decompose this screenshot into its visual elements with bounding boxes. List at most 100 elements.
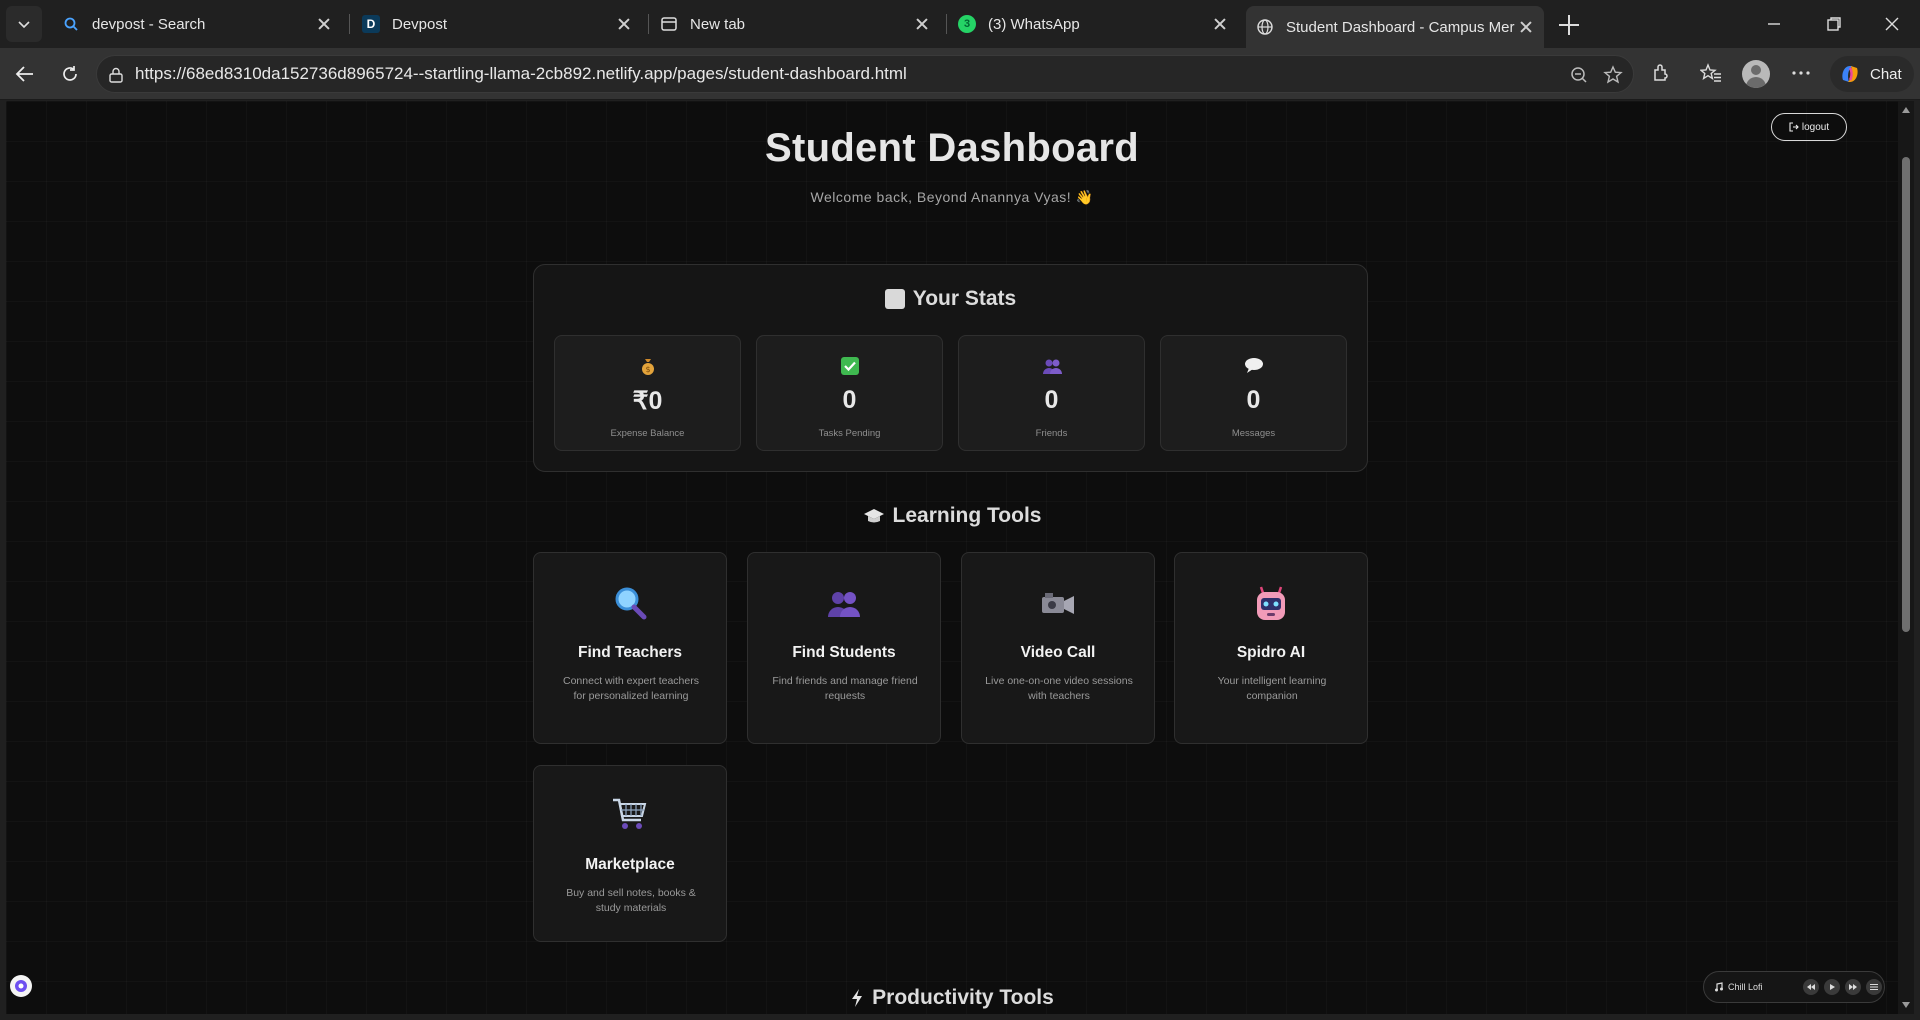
tab-title: Student Dashboard - Campus Mer — [1286, 18, 1515, 36]
tool-description: Live one-on-one video sessions with teac… — [985, 675, 1133, 702]
url-text[interactable]: https://68ed8310da152736d8965724--startl… — [135, 64, 907, 84]
close-tab-icon[interactable] — [616, 16, 632, 32]
rewind-icon — [1807, 984, 1815, 990]
page-scrollbar[interactable] — [1898, 101, 1914, 1014]
stat-card-tasks[interactable]: 0 Tasks Pending — [756, 335, 943, 451]
tool-description: Your intelligent learning companion — [1217, 675, 1327, 702]
page-title: Student Dashboard — [764, 126, 1139, 170]
assistant-icon — [15, 980, 27, 992]
svg-text:$: $ — [645, 365, 650, 374]
tool-name: Find Students — [792, 644, 896, 661]
lightning-icon — [852, 989, 863, 1007]
favorites-icon[interactable] — [1700, 62, 1722, 84]
fast-forward-icon — [1849, 984, 1857, 990]
welcome-message: Welcome back, Beyond Anannya Vyas! 👋 — [810, 189, 1094, 205]
extensions-icon[interactable] — [1650, 62, 1672, 84]
tab-divider — [946, 14, 947, 34]
stat-value: 0 — [1246, 386, 1261, 414]
list-icon — [1870, 984, 1878, 990]
tab-divider — [349, 14, 350, 34]
productivity-tools-heading: Productivity Tools — [6, 986, 1898, 1010]
tab-whatsapp[interactable]: 3 (3) WhatsApp — [948, 6, 1238, 42]
stats-panel: Your Stats $ ₹0 Expense Balance 0 Tasks … — [533, 264, 1368, 472]
close-tab-icon[interactable] — [316, 16, 332, 32]
tool-card-video-call[interactable]: Video Call Live one-on-one video session… — [961, 552, 1155, 744]
tab-devpost-search[interactable]: devpost - Search — [52, 6, 342, 42]
learning-tools-heading: Learning Tools — [6, 504, 1898, 528]
whatsapp-icon: 3 — [958, 15, 976, 33]
new-tab-button[interactable] — [1556, 12, 1582, 38]
profile-avatar[interactable] — [1742, 60, 1770, 88]
tab-new-tab[interactable]: New tab — [650, 6, 940, 42]
stats-heading-text: Your Stats — [912, 287, 1017, 310]
refresh-button[interactable] — [56, 60, 84, 88]
search-icon — [62, 15, 80, 33]
devpost-logo-icon: D — [362, 15, 380, 33]
scrollbar-thumb[interactable] — [1902, 157, 1910, 632]
tool-card-spidro-ai[interactable]: Spidro AI Your intelligent learning comp… — [1174, 552, 1368, 744]
zoom-out-icon[interactable] — [1569, 65, 1589, 85]
tool-name: Video Call — [1020, 644, 1096, 661]
site-info-icon[interactable] — [107, 66, 125, 84]
previous-track-button[interactable] — [1803, 979, 1819, 995]
new-tab-page-icon — [660, 15, 678, 33]
refresh-icon — [63, 66, 77, 81]
check-icon — [757, 356, 942, 376]
tool-name: Spidro AI — [1236, 644, 1306, 661]
more-options-icon[interactable] — [1790, 62, 1812, 84]
learning-tools-heading-text: Learning Tools — [892, 504, 1042, 527]
chat-label: Chat — [1870, 65, 1902, 83]
tool-name: Marketplace — [585, 856, 675, 873]
stat-label: Messages — [1231, 428, 1276, 439]
money-bag-icon: $ — [555, 356, 740, 376]
stat-card-friends[interactable]: 0 Friends — [958, 335, 1145, 451]
close-tab-icon[interactable] — [914, 16, 930, 32]
playlist-button[interactable] — [1866, 979, 1882, 995]
next-track-button[interactable] — [1845, 979, 1861, 995]
chevron-down-icon — [18, 21, 30, 29]
people-icon — [748, 585, 940, 621]
arrow-left-icon — [15, 66, 33, 82]
close-tab-icon[interactable] — [1518, 19, 1534, 35]
tab-devpost[interactable]: D Devpost — [352, 6, 642, 42]
scroll-up-arrow-icon[interactable] — [1902, 107, 1910, 113]
spider-logo-icon — [940, 101, 970, 111]
robot-icon — [1175, 585, 1367, 621]
tool-card-find-students[interactable]: Find Students Find friends and manage fr… — [747, 552, 941, 744]
favorite-star-icon[interactable] — [1603, 65, 1623, 85]
speech-bubble-icon — [1161, 356, 1346, 376]
tab-title: devpost - Search — [92, 15, 206, 33]
stat-card-messages[interactable]: 0 Messages — [1160, 335, 1347, 451]
scroll-down-arrow-icon[interactable] — [1902, 1002, 1910, 1008]
tool-card-marketplace[interactable]: Marketplace Buy and sell notes, books & … — [533, 765, 727, 942]
browser-toolbar: https://68ed8310da152736d8965724--startl… — [0, 48, 1920, 100]
minimize-icon — [1768, 23, 1780, 25]
play-button[interactable] — [1824, 979, 1840, 995]
video-camera-icon — [962, 585, 1154, 621]
stat-value: 0 — [1044, 386, 1059, 414]
tab-student-dashboard[interactable]: Student Dashboard - Campus Mer — [1246, 6, 1544, 48]
tool-description: Connect with expert teachers for persona… — [563, 675, 699, 702]
tool-card-find-teachers[interactable]: Find Teachers Connect with expert teache… — [533, 552, 727, 744]
tool-description: Find friends and manage friend requests — [772, 675, 918, 702]
close-window-button[interactable] — [1880, 12, 1904, 36]
tab-actions-button[interactable] — [6, 6, 42, 42]
shopping-cart-icon — [534, 796, 726, 832]
assistant-launcher-button[interactable] — [10, 975, 32, 997]
back-button[interactable] — [11, 60, 39, 88]
copilot-icon — [1842, 66, 1858, 82]
music-player: Chill Lofi — [1703, 971, 1885, 1003]
restore-icon — [1827, 17, 1841, 31]
restore-button[interactable] — [1822, 12, 1846, 36]
stats-heading: Your Stats — [534, 287, 1367, 311]
minimize-button[interactable] — [1762, 12, 1786, 36]
address-bar[interactable]: https://68ed8310da152736d8965724--startl… — [96, 55, 1634, 93]
chart-square-icon — [884, 289, 905, 309]
magnifier-icon — [534, 585, 726, 621]
stat-value: ₹0 — [632, 387, 663, 415]
stat-card-expense[interactable]: $ ₹0 Expense Balance — [554, 335, 741, 451]
copilot-chat-button[interactable]: Chat — [1830, 56, 1914, 92]
close-tab-icon[interactable] — [1212, 16, 1228, 32]
track-name: Chill Lofi — [1728, 982, 1763, 992]
close-icon — [1885, 17, 1899, 31]
